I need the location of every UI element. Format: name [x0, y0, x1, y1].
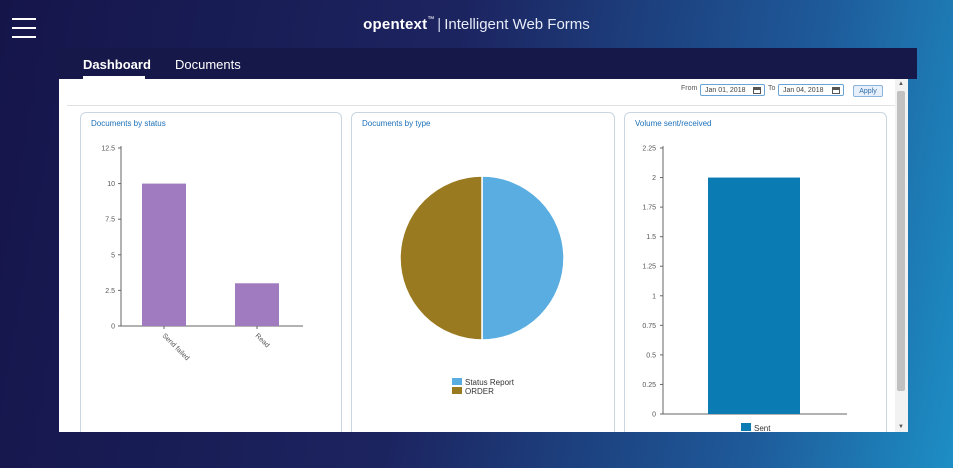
- y-tick-label: 0: [652, 412, 656, 419]
- legend-label: Status Report: [465, 378, 515, 387]
- vertical-scrollbar[interactable]: ▲ ▼: [895, 79, 908, 432]
- brand-separator: |: [437, 16, 442, 33]
- scrollbar-thumb[interactable]: [897, 91, 905, 391]
- bar-send-failed: [142, 183, 186, 326]
- tab-documents[interactable]: Documents: [175, 57, 241, 72]
- legend-swatch: [452, 378, 462, 385]
- scroll-up-arrow-icon[interactable]: ▲: [898, 81, 904, 87]
- from-date-input[interactable]: Jan 01, 2018: [700, 84, 765, 96]
- y-tick-label: 5: [111, 252, 115, 259]
- pie-slice-order: [399, 175, 483, 341]
- y-tick-label: 1.5: [646, 234, 656, 241]
- apply-button[interactable]: Apply: [853, 85, 883, 97]
- scroll-down-arrow-icon[interactable]: ▼: [898, 424, 904, 430]
- divider: [67, 105, 897, 106]
- dashboard-panel: From Jan 01, 2018 To Jan 04, 2018 Apply …: [59, 79, 908, 432]
- brand-title: opentext™ | Intelligent Web Forms: [0, 16, 953, 33]
- y-tick-label: 0.5: [646, 352, 656, 359]
- to-label: To: [768, 85, 776, 92]
- x-tick-label: Send failed: [161, 332, 191, 362]
- nav-bar: Dashboard Documents: [59, 48, 917, 79]
- pie-slice-status-report: [481, 175, 565, 341]
- calendar-icon[interactable]: [753, 87, 761, 94]
- type-pie-chart: Status ReportORDER: [399, 175, 565, 396]
- legend-label: Sent: [754, 424, 771, 432]
- card-volume-sent-received: Volume sent/received 0 0.25 0.5 0.75 1 1.25 1.…: [624, 112, 887, 432]
- y-tick-label: 1: [652, 293, 656, 300]
- trademark-mark: ™: [427, 16, 435, 23]
- y-tick-label: 2.5: [105, 288, 115, 295]
- legend-label: ORDER: [465, 387, 494, 396]
- y-tick-label: 1.75: [642, 205, 656, 212]
- status-bar-chart: 0 2.5 5 7.5 10 12.5 Send failed Read: [101, 146, 303, 362]
- to-date-input[interactable]: Jan 04, 2018: [778, 84, 844, 96]
- y-tick-label: 1.25: [642, 264, 656, 271]
- from-date-value: Jan 01, 2018: [705, 87, 746, 94]
- y-tick-label: 0.75: [642, 323, 656, 330]
- tab-dashboard[interactable]: Dashboard: [83, 57, 151, 72]
- y-tick-label: 2.25: [642, 146, 656, 153]
- y-tick-label: 2: [652, 175, 656, 182]
- from-label: From: [681, 85, 698, 92]
- volume-bar-chart: 0 0.25 0.5 0.75 1 1.25 1.5 1.75 2 2.25 Sent: [642, 146, 847, 432]
- x-tick-label: Read: [254, 332, 271, 349]
- y-tick-label: 0.25: [642, 382, 656, 389]
- product-name: Intelligent Web Forms: [444, 16, 590, 33]
- y-tick-label: 10: [107, 181, 115, 188]
- card-documents-by-status: Documents by status 0 2.5 5 7.5 10 12.5 Send f…: [80, 112, 342, 432]
- card-documents-by-type: Documents by type Status Report ORDER: [351, 112, 615, 432]
- to-date-value: Jan 04, 2018: [783, 87, 824, 94]
- legend-swatch: [741, 423, 751, 431]
- bar-read: [235, 283, 279, 326]
- y-tick-label: 12.5: [101, 146, 115, 153]
- opentext-logo: opentext: [363, 16, 428, 33]
- calendar-icon[interactable]: [832, 87, 840, 94]
- y-tick-label: 7.5: [105, 217, 115, 224]
- legend-swatch: [452, 387, 462, 394]
- top-bar: opentext™ | Intelligent Web Forms: [0, 0, 953, 48]
- bar-sent: [708, 177, 800, 414]
- y-tick-label: 0: [111, 324, 115, 331]
